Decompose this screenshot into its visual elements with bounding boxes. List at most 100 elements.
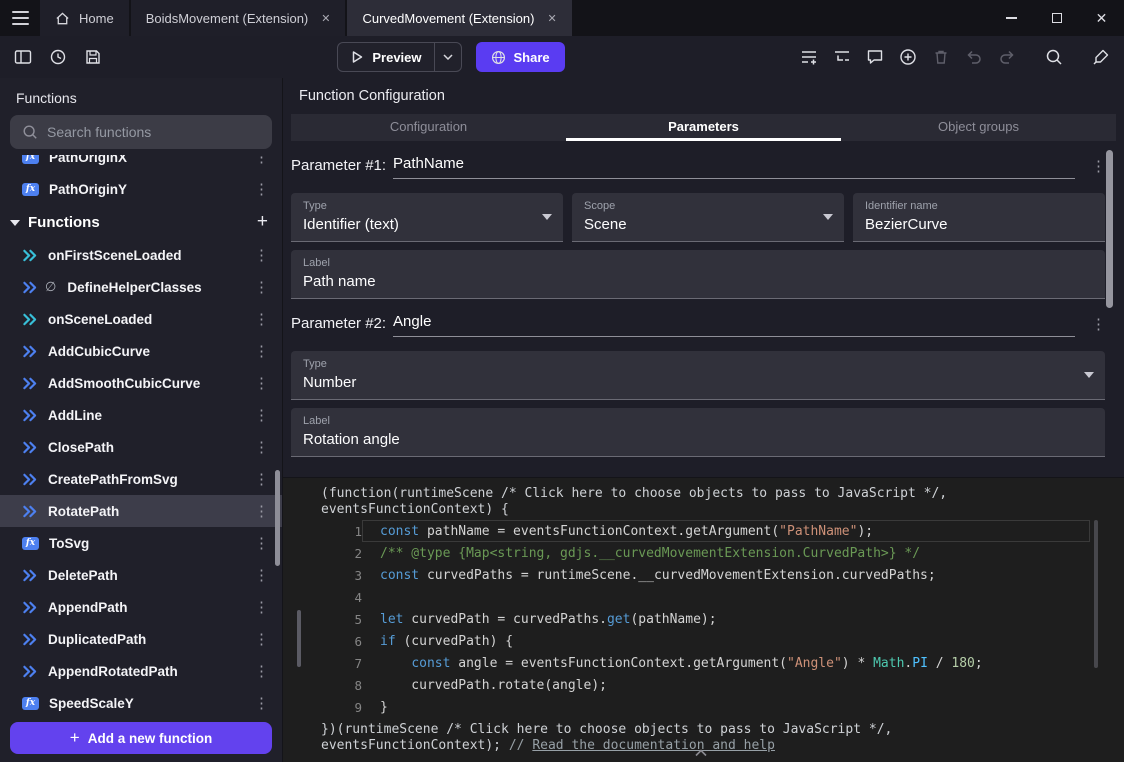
add-function-plus-icon[interactable]: + [257, 211, 268, 233]
close-tab-icon[interactable]: ✕ [547, 12, 556, 25]
parameter-name-field[interactable]: Angle [393, 313, 1075, 337]
label-input[interactable]: LabelRotation angle [291, 408, 1105, 457]
preview-button[interactable]: Preview [337, 42, 461, 72]
save-icon[interactable] [84, 48, 102, 66]
parameters-scrollbar[interactable] [1106, 150, 1113, 308]
item-menu-icon[interactable]: ⋮ [254, 502, 268, 520]
close-window-button[interactable]: ✕ [1079, 0, 1124, 36]
theme-brush-icon[interactable] [1092, 48, 1110, 66]
window-tab-2[interactable]: CurvedMovement (Extension)✕ [347, 0, 571, 36]
function-item-AppendRotatedPath[interactable]: AppendRotatedPath⋮ [0, 655, 282, 687]
window-tab-1[interactable]: BoidsMovement (Extension)✕ [131, 0, 346, 36]
item-menu-icon[interactable]: ⋮ [254, 694, 268, 712]
minimize-button[interactable] [989, 0, 1034, 36]
line-number: 7 [283, 656, 362, 671]
sidebar-scrollbar[interactable] [275, 470, 280, 566]
type-select[interactable]: TypeNumber [291, 351, 1105, 400]
tab-parameters[interactable]: Parameters [566, 114, 841, 141]
code-line[interactable]: 9} [283, 696, 1124, 718]
item-menu-icon[interactable]: ⋮ [254, 342, 268, 360]
documentation-link[interactable]: Read the documentation and help [532, 738, 775, 753]
code-line[interactable]: 6if (curvedPath) { [283, 630, 1124, 652]
add-circle-icon[interactable] [899, 48, 917, 66]
tab-object-groups[interactable]: Object groups [841, 114, 1116, 141]
function-item-AddCubicCurve[interactable]: AddCubicCurve⋮ [0, 335, 282, 367]
function-item-RotatePath[interactable]: RotatePath⋮ [0, 495, 282, 527]
functions-section-header[interactable]: Functions+ [0, 205, 282, 239]
close-tab-icon[interactable]: ✕ [321, 12, 330, 25]
item-menu-icon[interactable]: ⋮ [254, 310, 268, 328]
item-menu-icon[interactable]: ⋮ [254, 278, 268, 296]
function-item-PathOriginY[interactable]: fxPathOriginY⋮ [0, 173, 282, 205]
label-input[interactable]: LabelPath name [291, 250, 1105, 299]
code-token: const [380, 524, 419, 539]
item-menu-icon[interactable]: ⋮ [254, 598, 268, 616]
code-line[interactable]: 7 const angle = eventsFunctionContext.ge… [283, 652, 1124, 674]
code-line[interactable]: 2/** @type {Map<string, gdjs.__curvedMov… [283, 542, 1124, 564]
search-functions-box[interactable] [10, 115, 272, 149]
code-line[interactable]: 3const curvedPaths = runtimeScene.__curv… [283, 564, 1124, 586]
redo-icon[interactable] [998, 48, 1016, 66]
function-item-DefineHelperClasses[interactable]: ∅DefineHelperClasses⋮ [0, 271, 282, 303]
function-item-onSceneLoaded[interactable]: onSceneLoaded⋮ [0, 303, 282, 335]
history-icon[interactable] [49, 48, 67, 66]
add-subevent-icon[interactable] [833, 48, 851, 66]
main-menu-icon[interactable] [0, 0, 40, 36]
function-item-AddSmoothCubicCurve[interactable]: AddSmoothCubicCurve ⋮ [0, 367, 282, 399]
item-menu-icon[interactable]: ⋮ [254, 470, 268, 488]
parameter-name-field[interactable]: PathName [393, 155, 1075, 179]
function-item-AddLine[interactable]: AddLine⋮ [0, 399, 282, 431]
parameter-menu-icon[interactable]: ⋮ [1091, 157, 1105, 179]
identifier-name-input[interactable]: Identifier nameBezierCurve [853, 193, 1105, 242]
search-functions-input[interactable] [47, 124, 260, 140]
undo-icon[interactable] [965, 48, 983, 66]
function-item-CreatePathFromSvg[interactable]: CreatePathFromSvg⋮ [0, 463, 282, 495]
add-function-button[interactable]: + Add a new function [10, 722, 272, 754]
panel-resize-handle[interactable] [297, 610, 301, 667]
code-line[interactable]: 4 [283, 586, 1124, 608]
javascript-code-editor[interactable]: (function(runtimeScene /* Click here to … [283, 477, 1124, 762]
item-menu-icon[interactable]: ⋮ [254, 566, 268, 584]
share-button[interactable]: Share [476, 42, 565, 72]
add-event-icon[interactable] [800, 48, 818, 66]
function-item-SpeedScaleY[interactable]: fxSpeedScaleY⋮ [0, 687, 282, 714]
scope-select[interactable]: ScopeScene [572, 193, 844, 242]
comment-prefix: // [509, 738, 532, 753]
function-item-label: PathOriginX [49, 155, 244, 165]
parameter-menu-icon[interactable]: ⋮ [1091, 315, 1105, 337]
preview-options-chevron-icon[interactable] [435, 54, 461, 60]
function-item-DeletePath[interactable]: DeletePath⋮ [0, 559, 282, 591]
add-comment-icon[interactable] [866, 48, 884, 66]
function-item-ClosePath[interactable]: ClosePath⋮ [0, 431, 282, 463]
function-item-DuplicatedPath[interactable]: DuplicatedPath⋮ [0, 623, 282, 655]
panels-layout-icon[interactable] [14, 48, 32, 66]
tab-configuration[interactable]: Configuration [291, 114, 566, 141]
search-icon[interactable] [1045, 48, 1063, 66]
delete-icon[interactable] [932, 48, 950, 66]
function-item-ToSvg[interactable]: fxToSvg⋮ [0, 527, 282, 559]
item-menu-icon[interactable]: ⋮ [254, 155, 268, 166]
item-menu-icon[interactable]: ⋮ [254, 180, 268, 198]
item-menu-icon[interactable]: ⋮ [254, 406, 268, 424]
parameter-fields-row: TypeIdentifier (text)ScopeSceneIdentifie… [291, 193, 1105, 242]
code-line[interactable]: 1const pathName = eventsFunctionContext.… [283, 520, 1124, 542]
function-item-label: AddSmoothCubicCurve [48, 376, 244, 391]
item-menu-icon[interactable]: ⋮ [254, 246, 268, 264]
function-item-label: PathOriginY [49, 182, 244, 197]
item-menu-icon[interactable]: ⋮ [254, 630, 268, 648]
item-menu-icon[interactable]: ⋮ [254, 374, 268, 392]
item-menu-icon[interactable]: ⋮ [254, 438, 268, 456]
function-item-onFirstSceneLoaded[interactable]: onFirstSceneLoaded⋮ [0, 239, 282, 271]
maximize-button[interactable] [1034, 0, 1079, 36]
code-line-text: let curvedPath = curvedPaths.get(pathNam… [362, 612, 717, 627]
item-menu-icon[interactable]: ⋮ [254, 662, 268, 680]
collapse-editor-chevron-icon[interactable] [694, 746, 708, 761]
code-line[interactable]: 5let curvedPath = curvedPaths.get(pathNa… [283, 608, 1124, 630]
function-item-PathOriginX[interactable]: fxPathOriginX⋮ [0, 155, 282, 173]
code-line[interactable]: 8 curvedPath.rotate(angle); [283, 674, 1124, 696]
function-item-AppendPath[interactable]: AppendPath⋮ [0, 591, 282, 623]
item-menu-icon[interactable]: ⋮ [254, 534, 268, 552]
type-select[interactable]: TypeIdentifier (text) [291, 193, 563, 242]
window-tab-0[interactable]: Home [40, 0, 129, 36]
code-scrollbar[interactable] [1094, 520, 1098, 668]
